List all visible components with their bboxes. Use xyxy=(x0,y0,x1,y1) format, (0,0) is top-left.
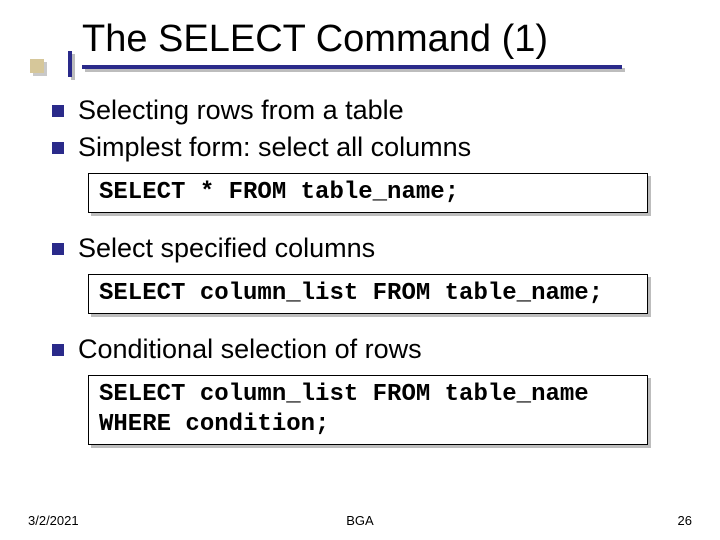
page-title: The SELECT Command (1) xyxy=(82,18,720,61)
bullet-item: Simplest form: select all columns xyxy=(52,130,684,165)
code-text: SELECT * FROM table_name; xyxy=(99,178,637,208)
footer-center: BGA xyxy=(249,513,470,528)
title-underline xyxy=(82,65,622,69)
code-text: SELECT column_list FROM table_name; xyxy=(99,279,637,309)
bullet-icon xyxy=(52,344,64,356)
bullet-icon xyxy=(52,243,64,255)
bullet-item: Selecting rows from a table xyxy=(52,93,684,128)
title-area: The SELECT Command (1) xyxy=(0,0,720,69)
content-area: Selecting rows from a table Simplest for… xyxy=(0,69,720,463)
footer-date: 3/2/2021 xyxy=(28,513,249,528)
bullet-text: Selecting rows from a table xyxy=(78,93,404,128)
bullet-icon xyxy=(52,142,64,154)
bullet-text: Select specified columns xyxy=(78,231,375,266)
bullet-item: Select specified columns xyxy=(52,231,684,266)
slide: The SELECT Command (1) Selecting rows fr… xyxy=(0,0,720,540)
code-block: SELECT * FROM table_name; xyxy=(88,173,648,213)
title-square-icon xyxy=(30,59,44,73)
code-block: SELECT column_list FROM table_name; xyxy=(88,274,648,314)
bullet-text: Simplest form: select all columns xyxy=(78,130,471,165)
bullet-item: Conditional selection of rows xyxy=(52,332,684,367)
footer-page-number: 26 xyxy=(471,513,692,528)
title-tick xyxy=(68,51,72,77)
bullet-icon xyxy=(52,105,64,117)
code-text: SELECT column_list FROM table_name WHERE… xyxy=(99,380,637,440)
code-block: SELECT column_list FROM table_name WHERE… xyxy=(88,375,648,445)
bullet-text: Conditional selection of rows xyxy=(78,332,422,367)
slide-footer: 3/2/2021 BGA 26 xyxy=(0,513,720,528)
